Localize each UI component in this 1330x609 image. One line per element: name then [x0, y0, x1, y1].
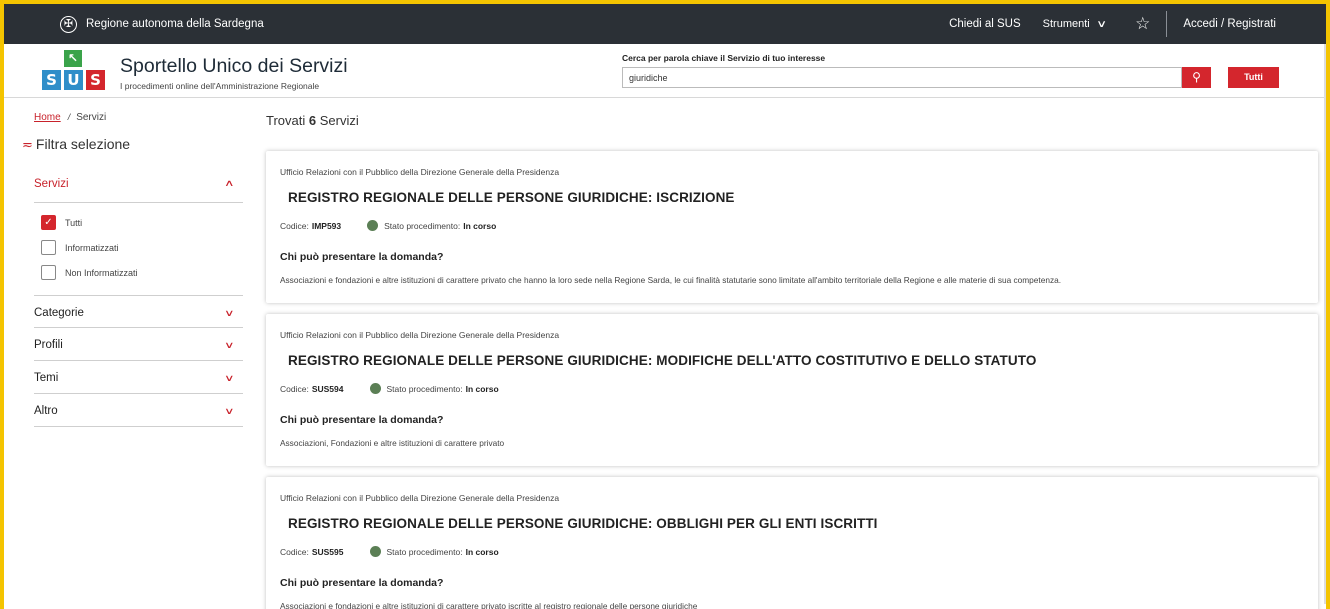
logo-letter-u: U [64, 70, 83, 90]
scrollbar[interactable] [1324, 44, 1326, 604]
service-office: Ufficio Relazioni con il Pubblico della … [280, 493, 560, 503]
filter-option-non-informatizzati[interactable]: Non Informatizzati [41, 265, 138, 280]
region-emblem-icon: ✠ [60, 15, 77, 33]
chevron-down-icon: ∨ [1095, 18, 1107, 30]
chevron-down-icon: ∨ [224, 373, 235, 383]
code-label: Codice: [280, 220, 309, 231]
service-card[interactable]: Ufficio Relazioni con il Pubblico della … [266, 477, 1318, 609]
code-label: Codice: [280, 383, 309, 394]
site-subtitle: I procedimenti online dell'Amministrazio… [120, 81, 320, 91]
who-can-apply-text: Associazioni e fondazioni e altre istitu… [280, 275, 1062, 285]
who-can-apply-text: Associazioni e fondazioni e altre istitu… [280, 601, 698, 609]
browser-page: ✠ Regione autonoma della Sardegna Chiedi… [4, 4, 1326, 609]
sidebar: Home / Servizi ≂ Filtra selezione Servizi … [4, 99, 254, 609]
filter-option-label: Tutti [65, 217, 83, 228]
service-title[interactable]: REGISTRO REGIONALE DELLE PERSONE GIURIDI… [288, 190, 735, 205]
service-office: Ufficio Relazioni con il Pubblico della … [280, 167, 560, 177]
service-title[interactable]: REGISTRO REGIONALE DELLE PERSONE GIURIDI… [288, 353, 1036, 368]
checkbox[interactable] [41, 265, 56, 280]
service-code: IMP593 [311, 220, 342, 231]
top-bar: ✠ Regione autonoma della Sardegna Chiedi… [4, 4, 1326, 44]
service-code: SUS595 [311, 546, 344, 557]
accordion-label: Profili [34, 339, 63, 351]
filter-title: ≂ Filtra selezione [22, 136, 130, 152]
results-count: Trovati 6 Servizi [266, 113, 359, 128]
status-value: In corso [465, 546, 499, 557]
who-can-apply-heading: Chi può presentare la domanda? [280, 251, 444, 263]
accordion-categorie[interactable]: Categorie ∨ [34, 295, 243, 328]
accordion-label: Temi [34, 372, 59, 384]
accordion-altro[interactable]: Altro ∨ [34, 394, 243, 427]
breadcrumb-current: Servizi [76, 112, 107, 123]
chevron-down-icon: ∨ [224, 308, 235, 318]
who-can-apply-heading: Chi può presentare la domanda? [280, 577, 444, 589]
filter-option-tutti[interactable]: ✓ Tutti [41, 215, 82, 230]
chevron-down-icon: ∨ [224, 340, 235, 350]
who-can-apply-text: Associazioni, Fondazioni e altre istituz… [280, 438, 505, 448]
accordion-profili[interactable]: Profili ∨ [34, 328, 243, 361]
checkbox[interactable] [41, 240, 56, 255]
filter-icon: ≂ [22, 136, 33, 152]
service-meta: Codice: SUS595 Stato procedimento: In cors… [280, 546, 499, 557]
status-dot-icon [369, 546, 381, 557]
cursor-arrow-icon: ↖ [64, 50, 82, 67]
logo-letter-s: S [86, 70, 105, 90]
logo-letter-s: S [42, 70, 61, 90]
strumenti-menu[interactable]: Strumenti ∨ [1042, 18, 1107, 30]
service-meta: Codice: IMP593 Stato procedimento: In cors… [280, 220, 496, 231]
breadcrumb-home-link[interactable]: Home [34, 112, 61, 123]
status-dot-icon [367, 220, 379, 231]
accordion-label: Altro [34, 405, 58, 417]
filter-option-informatizzati[interactable]: Informatizzati [41, 240, 119, 255]
accordion-servizi-label: Servizi [34, 178, 69, 190]
checkbox-checked[interactable]: ✓ [41, 215, 56, 230]
service-card[interactable]: Ufficio Relazioni con il Pubblico della … [266, 314, 1318, 466]
star-icon[interactable]: ☆ [1135, 14, 1150, 34]
status-value: In corso [463, 220, 497, 231]
chevron-down-icon: ∨ [224, 406, 235, 416]
filter-title-label: Filtra selezione [35, 136, 131, 152]
breadcrumb: Home / Servizi [34, 112, 106, 123]
results-suffix: Servizi [319, 113, 359, 128]
accordion-label: Categorie [34, 307, 84, 319]
service-meta: Codice: SUS594 Stato procedimento: In cors… [280, 383, 499, 394]
service-title[interactable]: REGISTRO REGIONALE DELLE PERSONE GIURIDI… [288, 516, 878, 531]
results-prefix: Trovati [266, 113, 306, 128]
status-label: Stato procedimento: [384, 220, 461, 231]
code-label: Codice: [280, 546, 309, 557]
search-label: Cerca per parola chiave il Servizio di t… [622, 53, 826, 63]
who-can-apply-heading: Chi può presentare la domanda? [280, 414, 444, 426]
site-header: ↖ S U S Sportello Unico dei Servizi I pr… [4, 44, 1326, 98]
service-card[interactable]: Ufficio Relazioni con il Pubblico della … [266, 151, 1318, 303]
search-button[interactable]: ⚲ [1182, 67, 1211, 88]
region-link[interactable]: Regione autonoma della Sardegna [86, 18, 264, 30]
search-input[interactable] [622, 67, 1182, 88]
status-dot-icon [369, 383, 381, 394]
sus-logo[interactable]: ↖ S U S [42, 50, 108, 92]
status-label: Stato procedimento: [386, 383, 463, 394]
tutti-button[interactable]: Tutti [1228, 67, 1279, 88]
login-link[interactable]: Accedi / Registrati [1183, 18, 1276, 30]
accordion-temi[interactable]: Temi ∨ [34, 361, 243, 394]
divider [1166, 11, 1168, 37]
service-code: SUS594 [311, 383, 344, 394]
results-number: 6 [308, 113, 317, 128]
filter-option-label: Informatizzati [65, 242, 119, 253]
breadcrumb-separator: / [67, 112, 71, 122]
chiedi-al-sus-link[interactable]: Chiedi al SUS [949, 18, 1021, 30]
strumenti-label: Strumenti [1042, 18, 1090, 30]
site-title[interactable]: Sportello Unico dei Servizi [120, 55, 348, 78]
status-value: In corso [465, 383, 499, 394]
filter-option-label: Non Informatizzati [65, 267, 138, 278]
chevron-up-icon: ∧ [224, 178, 235, 188]
search-icon: ⚲ [1192, 70, 1201, 84]
status-label: Stato procedimento: [386, 546, 463, 557]
service-office: Ufficio Relazioni con il Pubblico della … [280, 330, 560, 340]
accordion-servizi[interactable]: Servizi ∧ [34, 159, 243, 203]
top-bar-actions: Chiedi al SUS Strumenti ∨ ☆ Accedi / Reg… [949, 4, 1326, 44]
